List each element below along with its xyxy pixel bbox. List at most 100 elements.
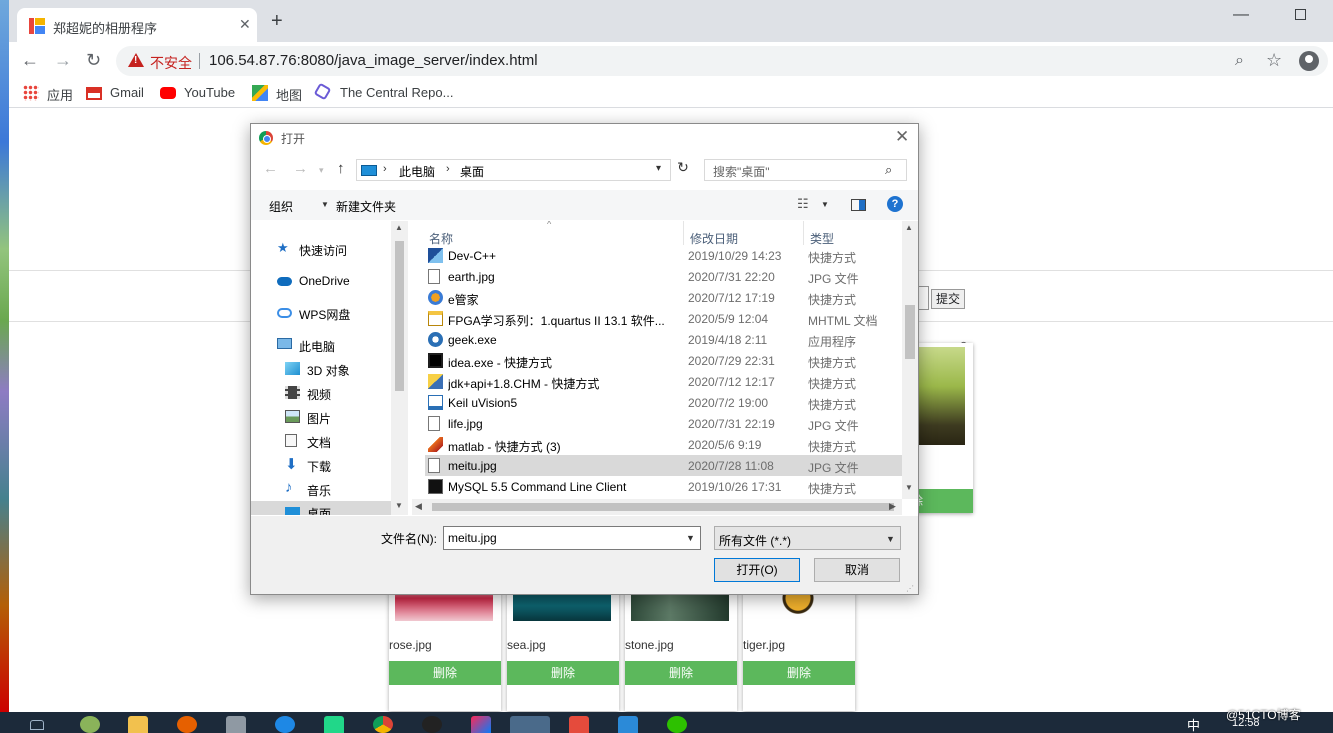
scroll-up-icon[interactable]: ▲ [905, 223, 913, 232]
file-row[interactable]: idea.exe - 快捷方式 2020/7/29 22:31 快捷方式 [425, 350, 902, 371]
image-thumbnail[interactable] [915, 347, 965, 445]
scrollbar-thumb[interactable] [905, 305, 915, 359]
warning-icon[interactable] [128, 53, 144, 67]
organize-button[interactable]: 组织 [269, 198, 293, 215]
file-explorer-icon[interactable] [128, 716, 148, 733]
file-type-select[interactable]: 所有文件 (*.*) ▼ [714, 526, 901, 550]
recent-locations-icon[interactable]: ▾ [319, 165, 324, 176]
file-row[interactable]: jdk+api+1.8.CHM - 快捷方式 2020/7/12 12:17 快捷方… [425, 371, 902, 392]
file-type: 快捷方式 [808, 377, 857, 391]
nav-scrollbar[interactable]: ▲ ▼ [391, 221, 408, 515]
scroll-down-icon[interactable]: ▼ [395, 501, 403, 510]
geek-exe-icon [428, 332, 443, 347]
chevron-down-icon[interactable]: ▼ [821, 200, 829, 209]
new-tab-icon[interactable]: + [271, 11, 283, 31]
breadcrumb-item[interactable]: 桌面 [460, 163, 484, 180]
zoom-icon[interactable]: ⌕ [1235, 52, 1244, 70]
scroll-up-icon[interactable]: ▲ [395, 223, 403, 232]
file-type: 快捷方式 [808, 482, 857, 496]
up-arrow-icon[interactable]: ↑ [337, 160, 345, 177]
qq-icon[interactable] [422, 716, 442, 733]
active-app-icon[interactable] [510, 716, 550, 733]
app-icon[interactable] [569, 716, 589, 733]
file-row[interactable]: matlab - 快捷方式 (3) 2020/5/6 9:19 快捷方式 [425, 434, 902, 455]
nav-item-desktop[interactable]: 桌面 [251, 501, 391, 515]
file-row[interactable]: meitu.jpg 2020/7/28 11:08 JPG 文件 [425, 455, 902, 476]
maximize-icon[interactable] [1295, 9, 1306, 20]
firefox-icon[interactable] [177, 716, 197, 733]
chevron-down-icon[interactable]: ▼ [321, 200, 329, 209]
file-row[interactable]: e管家 2020/7/12 17:19 快捷方式 [425, 287, 902, 308]
back-arrow-icon[interactable]: ← [263, 160, 278, 177]
filename-input[interactable] [443, 526, 701, 550]
tab-close-icon[interactable]: ✕ [239, 16, 251, 33]
browser-app-icon[interactable] [275, 716, 295, 733]
scrollbar-thumb[interactable] [432, 503, 894, 511]
resize-grip-icon[interactable]: ⋰ [906, 584, 914, 593]
file-row[interactable]: FPGA学习系列：1.quartus II 13.1 软件... 2020/5/9… [425, 308, 902, 329]
forward-arrow-icon[interactable]: → [293, 160, 308, 177]
chevron-right-icon[interactable]: › [446, 163, 450, 175]
scroll-down-icon[interactable]: ▼ [905, 483, 913, 492]
delete-button[interactable]: 删除 [625, 661, 737, 685]
file-modified-date: 2020/7/12 12:17 [688, 375, 775, 389]
reload-icon[interactable]: ↻ [86, 50, 101, 70]
breadcrumb[interactable]: › 此电脑 › 桌面 ▾ [356, 159, 671, 181]
printer-icon[interactable] [226, 716, 246, 733]
scroll-left-icon[interactable]: ◀ [415, 501, 422, 512]
pycharm-icon[interactable] [324, 716, 344, 733]
url-text[interactable]: 106.54.87.76:8080/java_image_server/inde… [209, 52, 538, 69]
browser-tab[interactable]: 郑超妮的相册程序 ✕ [17, 8, 257, 42]
file-row[interactable]: geek.exe 2019/4/18 2:11 应用程序 [425, 329, 902, 350]
forward-arrow-icon[interactable]: → [54, 50, 72, 70]
file-row[interactable]: life.jpg 2020/7/31 22:19 JPG 文件 [425, 413, 902, 434]
file-name: Dev-C++ [448, 249, 497, 263]
task-view-icon[interactable] [30, 720, 44, 730]
address-bar[interactable]: 不安全 106.54.87.76:8080/java_image_server/… [116, 46, 1328, 76]
file-row[interactable]: Keil uVision5 2020/7/2 19:00 快捷方式 [425, 392, 902, 413]
cancel-button[interactable]: 取消 [814, 558, 900, 582]
chevron-down-icon[interactable]: ▼ [686, 533, 695, 543]
chrome-icon[interactable] [373, 716, 393, 733]
search-icon[interactable]: ⌕ [885, 162, 892, 178]
file-row[interactable]: Dev-C++ 2019/10/29 14:23 快捷方式 [425, 245, 902, 266]
submit-button[interactable]: 提交 [931, 289, 965, 309]
file-row[interactable]: earth.jpg 2020/7/31 22:20 JPG 文件 [425, 266, 902, 287]
not-secure-label[interactable]: 不安全 [150, 53, 192, 73]
column-separator[interactable] [683, 221, 684, 245]
bookmark-star-icon[interactable]: ☆ [1266, 50, 1282, 71]
new-folder-button[interactable]: 新建文件夹 [336, 198, 396, 215]
profile-icon[interactable] [1299, 51, 1319, 71]
file-row[interactable]: MySQL 5.5 Command Line Client 2019/10/26 … [425, 476, 902, 497]
view-options-icon[interactable]: ☷ [797, 196, 809, 212]
minimize-icon[interactable]: — [1233, 6, 1249, 24]
back-arrow-icon[interactable]: ← [21, 50, 39, 70]
delete-button[interactable]: 删除 [507, 661, 619, 685]
help-icon[interactable]: ? [887, 196, 903, 212]
intellij-icon[interactable] [471, 716, 491, 733]
preview-pane-icon[interactable] [851, 199, 866, 211]
column-separator[interactable] [803, 221, 804, 245]
chevron-right-icon[interactable]: › [383, 163, 387, 175]
image-caption: rose.jpg [389, 638, 432, 652]
scrollbar-thumb[interactable] [395, 241, 404, 391]
breadcrumb-item[interactable]: 此电脑 [399, 163, 435, 180]
app-icon[interactable] [618, 716, 638, 733]
app-icon[interactable] [80, 716, 100, 733]
chevron-down-icon[interactable]: ▼ [886, 534, 895, 544]
file-list-scrollbar[interactable]: ▲ ▼ [902, 221, 918, 499]
wechat-icon[interactable] [667, 716, 687, 733]
chevron-down-icon[interactable]: ▾ [656, 163, 661, 174]
horizontal-scrollbar[interactable]: ◀ [412, 499, 902, 515]
dialog-title: 打开 [281, 132, 306, 146]
refresh-icon[interactable]: ↻ [674, 159, 692, 181]
file-list-header: ^ 名称 修改日期 类型 [412, 221, 902, 246]
open-button[interactable]: 打开(O) [714, 558, 800, 582]
scroll-right-icon[interactable]: ▶ [889, 501, 896, 512]
search-input[interactable]: 搜索"桌面" ⌕ [704, 159, 907, 181]
delete-button[interactable]: 删除 [743, 661, 855, 685]
file-type: 快捷方式 [808, 251, 857, 265]
delete-button[interactable]: 删除 [389, 661, 501, 685]
input-language-indicator[interactable]: 中 [1187, 715, 1200, 733]
close-icon[interactable]: ✕ [895, 127, 909, 147]
